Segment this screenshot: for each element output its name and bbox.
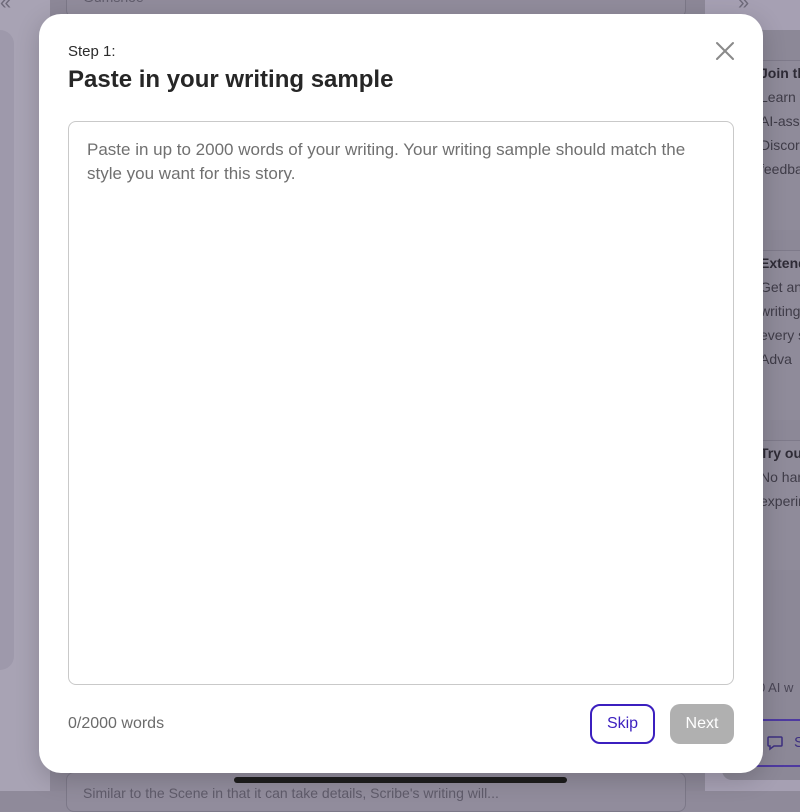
- right-card-line: Discord: [760, 137, 800, 153]
- right-card-line: every s: [760, 327, 800, 343]
- chevrons-right-icon: »: [738, 0, 750, 14]
- right-card-line: Adva: [760, 351, 792, 367]
- writing-sample-input[interactable]: [68, 121, 734, 685]
- skip-button[interactable]: Skip: [590, 704, 655, 744]
- modal-title: Paste in your writing sample: [68, 66, 394, 93]
- right-card-heading: Try out: [760, 445, 800, 461]
- right-card-heading: Extend: [760, 255, 800, 271]
- right-sidebar-button-label: S: [794, 734, 800, 751]
- right-card-line: experin: [760, 493, 800, 509]
- right-card-line: No hand: [760, 469, 800, 485]
- right-card-line: AI-assis: [760, 113, 800, 129]
- next-button[interactable]: Next: [670, 704, 734, 744]
- word-count: 0/2000 words: [68, 715, 165, 732]
- chat-icon: [766, 733, 784, 755]
- right-card-line: Learn fr: [760, 89, 800, 105]
- home-indicator: [234, 777, 567, 783]
- ai-word-counter: 0 AI w: [758, 680, 794, 695]
- writing-sample-modal: Step 1: Paste in your writing sample 0/2…: [39, 14, 763, 773]
- right-card-line: writing: [760, 303, 800, 319]
- left-sidebar-card: [0, 30, 14, 670]
- chevrons-left-icon: «: [0, 0, 12, 14]
- right-card-line: feedbac: [760, 161, 800, 177]
- close-icon: [716, 42, 734, 60]
- step-label: Step 1:: [68, 43, 116, 60]
- close-button[interactable]: [712, 38, 738, 64]
- right-card-line: Get ans: [760, 279, 800, 295]
- right-card-heading: Join the: [760, 65, 800, 81]
